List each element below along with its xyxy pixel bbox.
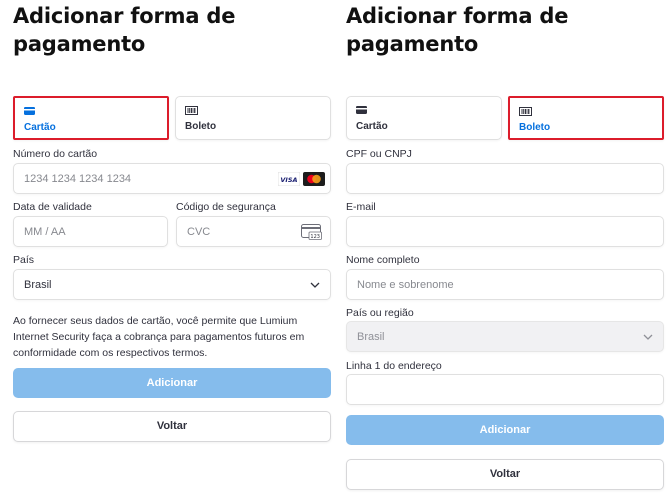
expiry-placeholder: MM / AA bbox=[24, 226, 66, 238]
country-value: Brasil bbox=[24, 279, 52, 291]
tab-card-label: Cartão bbox=[24, 122, 56, 133]
tab-boleto[interactable]: Boleto bbox=[508, 96, 664, 140]
card-number-input[interactable]: 1234 1234 1234 1234 VISA bbox=[13, 163, 331, 194]
country-region-value: Brasil bbox=[357, 331, 385, 343]
tab-card[interactable]: Cartão bbox=[346, 96, 502, 140]
visa-text: VISA bbox=[280, 176, 297, 184]
country-select[interactable]: Brasil bbox=[13, 269, 331, 300]
cvc-card-icon: 123 bbox=[301, 224, 322, 240]
page-title: Adicionar forma de pagamento bbox=[346, 4, 569, 56]
visa-icon: VISA bbox=[278, 172, 300, 186]
country-region-label: País ou região bbox=[346, 307, 414, 319]
cvc-label: Código de segurança bbox=[176, 201, 276, 213]
card-number-label: Número do cartão bbox=[13, 148, 98, 160]
mastercard-icon bbox=[303, 172, 325, 186]
cpf-label: CPF ou CNPJ bbox=[346, 148, 412, 160]
tab-boleto-label: Boleto bbox=[185, 121, 217, 132]
chevron-down-icon bbox=[310, 282, 320, 288]
tab-card-label: Cartão bbox=[356, 121, 388, 132]
expiry-input[interactable]: MM / AA bbox=[13, 216, 168, 247]
email-label: E-mail bbox=[346, 201, 376, 213]
card-icon bbox=[24, 107, 35, 115]
cvc-placeholder: CVC bbox=[187, 226, 211, 238]
expiry-label: Data de validade bbox=[13, 201, 92, 213]
address-line1-label: Linha 1 do endereço bbox=[346, 360, 442, 372]
tab-boleto-label: Boleto bbox=[519, 122, 551, 133]
full-name-label: Nome completo bbox=[346, 254, 420, 266]
cpf-input[interactable] bbox=[346, 163, 664, 194]
email-field[interactable] bbox=[346, 216, 664, 247]
tab-card[interactable]: Cartão bbox=[13, 96, 169, 140]
payment-method-tabs: Cartão Boleto bbox=[346, 96, 664, 140]
barcode-icon bbox=[185, 106, 198, 115]
tab-boleto[interactable]: Boleto bbox=[175, 96, 331, 140]
country-region-select[interactable]: Brasil bbox=[346, 321, 664, 352]
add-button[interactable]: Adicionar bbox=[346, 415, 664, 445]
back-button[interactable]: Voltar bbox=[346, 459, 664, 490]
add-button[interactable]: Adicionar bbox=[13, 368, 331, 398]
card-terms-notice: Ao fornecer seus dados de cartão, você p… bbox=[13, 315, 305, 359]
card-number-placeholder: 1234 1234 1234 1234 bbox=[24, 173, 132, 185]
barcode-icon bbox=[519, 107, 532, 116]
country-label: País bbox=[13, 254, 35, 266]
cvc-input[interactable]: CVC 123 bbox=[176, 216, 331, 247]
full-name-input[interactable]: Nome e sobrenome bbox=[346, 269, 664, 300]
payment-method-tabs: Cartão Boleto bbox=[13, 96, 331, 140]
cvc-icon-text: 123 bbox=[310, 234, 320, 240]
address-line1-input[interactable] bbox=[346, 374, 664, 405]
back-button[interactable]: Voltar bbox=[13, 411, 331, 442]
full-name-placeholder: Nome e sobrenome bbox=[357, 279, 454, 291]
card-icon bbox=[356, 106, 367, 114]
page-title: Adicionar forma de pagamento bbox=[13, 4, 236, 56]
chevron-down-icon bbox=[643, 334, 653, 340]
